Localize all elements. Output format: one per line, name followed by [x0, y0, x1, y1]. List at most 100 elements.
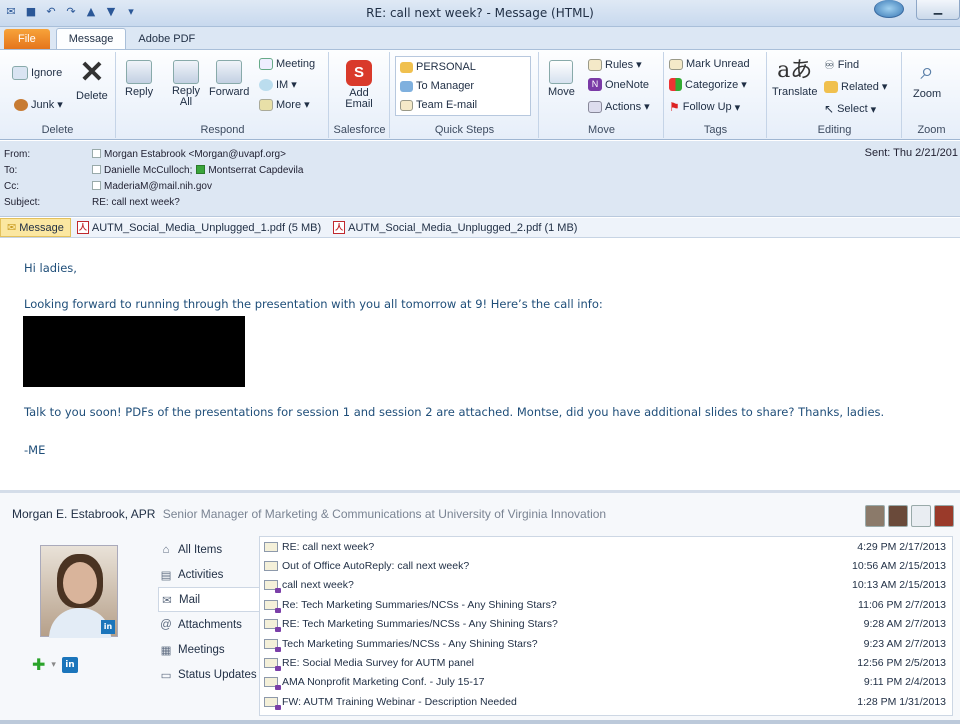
mail-list: RE: call next week? 4:29 PM 2/17/2013 Out…	[259, 536, 953, 716]
tab-file[interactable]: File	[4, 29, 50, 49]
follow-up-button[interactable]: ⚑ Follow Up ▾	[669, 100, 740, 114]
select-button[interactable]: ↖ Select ▾	[824, 102, 876, 116]
actions-button[interactable]: Actions ▾	[588, 100, 650, 113]
replied-envelope-icon	[264, 696, 281, 710]
dropdown-icon[interactable]: ▾	[51, 660, 56, 670]
group-editing: aあ Translate ♾ Find Related ▾ ↖ Select ▾ E…	[768, 52, 902, 138]
more-button[interactable]: More ▾	[259, 98, 310, 111]
list-item[interactable]: Tech Marketing Summaries/NCSs - Any Shin…	[260, 634, 952, 653]
list-item[interactable]: call next week? 10:13 AM 2/15/2013	[260, 576, 952, 595]
presence-icon	[92, 165, 101, 174]
mail-icon: ✉	[162, 594, 172, 607]
redacted-block	[23, 316, 245, 387]
envelope-icon: ✉	[7, 222, 17, 234]
list-item[interactable]: AMA Nonprofit Marketing Conf. - July 15-…	[260, 673, 952, 692]
list-item[interactable]: RE: Tech Marketing Summaries/NCSs - Any …	[260, 615, 952, 634]
cc-value[interactable]: MaderiaM@mail.nih.gov	[104, 181, 212, 192]
group-respond: Reply Reply All Forward Meeting IM ▾ More…	[117, 52, 329, 138]
status-icon: ▭	[160, 669, 172, 682]
find-button[interactable]: ♾ Find	[824, 58, 859, 72]
forward-button[interactable]: Forward	[209, 60, 249, 98]
meeting-button[interactable]: Meeting	[259, 58, 315, 70]
cc-row: Cc: MaderiaM@mail.nih.gov	[4, 181, 212, 192]
minimize-button[interactable]: ▁	[916, 0, 960, 20]
quick-step-to-manager[interactable]: To Manager	[400, 80, 474, 92]
presence-icon	[92, 181, 101, 190]
attachment-1[interactable]: 人 AUTM_Social_Media_Unplugged_1.pdf (5 M…	[71, 219, 327, 236]
list-item[interactable]: RE: call next week? 4:29 PM 2/17/2013	[260, 537, 952, 556]
to-recipient-2[interactable]: Montserrat Capdevila	[208, 165, 303, 176]
people-pane-menu: ⌂ All Items ▤ Activities ✉ Mail @ Attachment…	[158, 537, 260, 687]
ribbon-tabs: File Message Adobe PDF	[0, 27, 960, 50]
salesforce-icon: S	[346, 60, 372, 86]
person-name[interactable]: Morgan E. Estabrook, APR	[12, 507, 155, 521]
categorize-button[interactable]: Categorize ▾	[669, 78, 747, 91]
group-label-salesforce: Salesforce	[333, 124, 386, 136]
more-icon	[259, 98, 273, 111]
binoculars-icon: ♾	[824, 58, 835, 72]
group-quick-steps: PERSONAL To Manager Team E-mail Quick St…	[391, 52, 539, 138]
group-label-respond: Respond	[200, 124, 245, 136]
person-thumbnail[interactable]	[865, 505, 885, 527]
magnifier-icon: ⌕	[920, 58, 934, 85]
move-button[interactable]: Move	[548, 60, 575, 98]
tab-adobe-pdf[interactable]: Adobe PDF	[126, 29, 207, 49]
rules-button[interactable]: Rules ▾	[588, 58, 642, 71]
window-controls: ▁	[872, 0, 960, 20]
attachment-2[interactable]: 人 AUTM_Social_Media_Unplugged_2.pdf (1 M…	[327, 219, 583, 236]
help-button[interactable]	[874, 0, 904, 18]
mark-unread-button[interactable]: Mark Unread	[669, 58, 750, 70]
reply-all-button[interactable]: Reply All	[169, 60, 203, 108]
reply-button[interactable]: Reply	[125, 60, 153, 98]
from-value[interactable]: Morgan Estabrook <Morgan@uvapf.org>	[104, 149, 286, 160]
status-bar	[0, 720, 960, 724]
menu-attachments[interactable]: @ Attachments	[158, 612, 258, 637]
menu-all-items[interactable]: ⌂ All Items	[158, 537, 258, 562]
quick-step-personal[interactable]: PERSONAL	[400, 61, 476, 73]
tab-message[interactable]: Message	[55, 28, 127, 49]
actions-icon	[588, 100, 602, 113]
add-contact-icon[interactable]: ✚	[32, 655, 45, 674]
delete-button[interactable]: ✕ Delete	[76, 58, 108, 103]
ignore-button[interactable]: Ignore	[12, 66, 62, 80]
menu-status-updates[interactable]: ▭ Status Updates	[158, 662, 258, 687]
list-item[interactable]: Out of Office AutoReply: call next week?…	[260, 556, 952, 575]
group-label-move: Move	[588, 124, 615, 136]
person-thumbnail[interactable]	[888, 505, 908, 527]
group-label-zoom: Zoom	[917, 124, 946, 136]
menu-activities[interactable]: ▤ Activities	[158, 562, 258, 587]
replied-envelope-icon	[264, 599, 281, 613]
linkedin-icon[interactable]: in	[61, 656, 78, 673]
person-placeholder-icon[interactable]	[911, 505, 931, 527]
paperclip-icon: @	[160, 618, 172, 631]
list-item[interactable]: Re: Tech Marketing Summaries/NCSs - Any …	[260, 595, 952, 614]
zoom-button[interactable]: ⌕ Zoom	[913, 58, 941, 100]
ribbon: Ignore Junk ▾ ✕ Delete Delete Reply Reply…	[0, 50, 960, 140]
from-row: From: Morgan Estabrook <Morgan@uvapf.org…	[4, 149, 286, 160]
replied-envelope-icon	[264, 619, 281, 633]
message-tab[interactable]: ✉ Message	[0, 218, 71, 237]
replied-envelope-icon	[264, 658, 281, 672]
list-item[interactable]: RE: Social Media Survey for AUTM panel 12…	[260, 653, 952, 672]
related-button[interactable]: Related ▾	[824, 80, 887, 93]
translate-button[interactable]: aあ Translate	[772, 58, 817, 98]
list-item[interactable]: FW: AUTM Training Webinar - Description …	[260, 692, 952, 711]
activities-icon: ▤	[160, 569, 172, 582]
junk-button[interactable]: Junk ▾	[14, 98, 63, 111]
quick-step-team-email[interactable]: Team E-mail	[400, 99, 477, 111]
to-recipient-1[interactable]: Danielle McCulloch;	[104, 165, 192, 176]
menu-mail[interactable]: ✉ Mail	[158, 587, 260, 612]
menu-meetings[interactable]: ▦ Meetings	[158, 637, 258, 662]
translate-icon: aあ	[777, 58, 813, 83]
person-thumbnail[interactable]	[934, 505, 954, 527]
add-email-button[interactable]: S Add Email	[342, 60, 376, 110]
group-salesforce: S Add Email Salesforce	[330, 52, 390, 138]
group-zoom: ⌕ Zoom Zoom	[903, 52, 960, 138]
im-button[interactable]: IM ▾	[259, 78, 297, 91]
to-row: To: Danielle McCulloch; Montserrat Capde…	[4, 165, 304, 176]
person-header: Morgan E. Estabrook, APR Senior Manager …	[12, 507, 606, 521]
subject-value: RE: call next week?	[92, 197, 180, 208]
person-title: Senior Manager of Marketing & Communicat…	[162, 507, 607, 521]
group-tags: Mark Unread Categorize ▾ ⚑ Follow Up ▾ Tag…	[665, 52, 767, 138]
onenote-button[interactable]: N OneNote	[588, 78, 649, 91]
